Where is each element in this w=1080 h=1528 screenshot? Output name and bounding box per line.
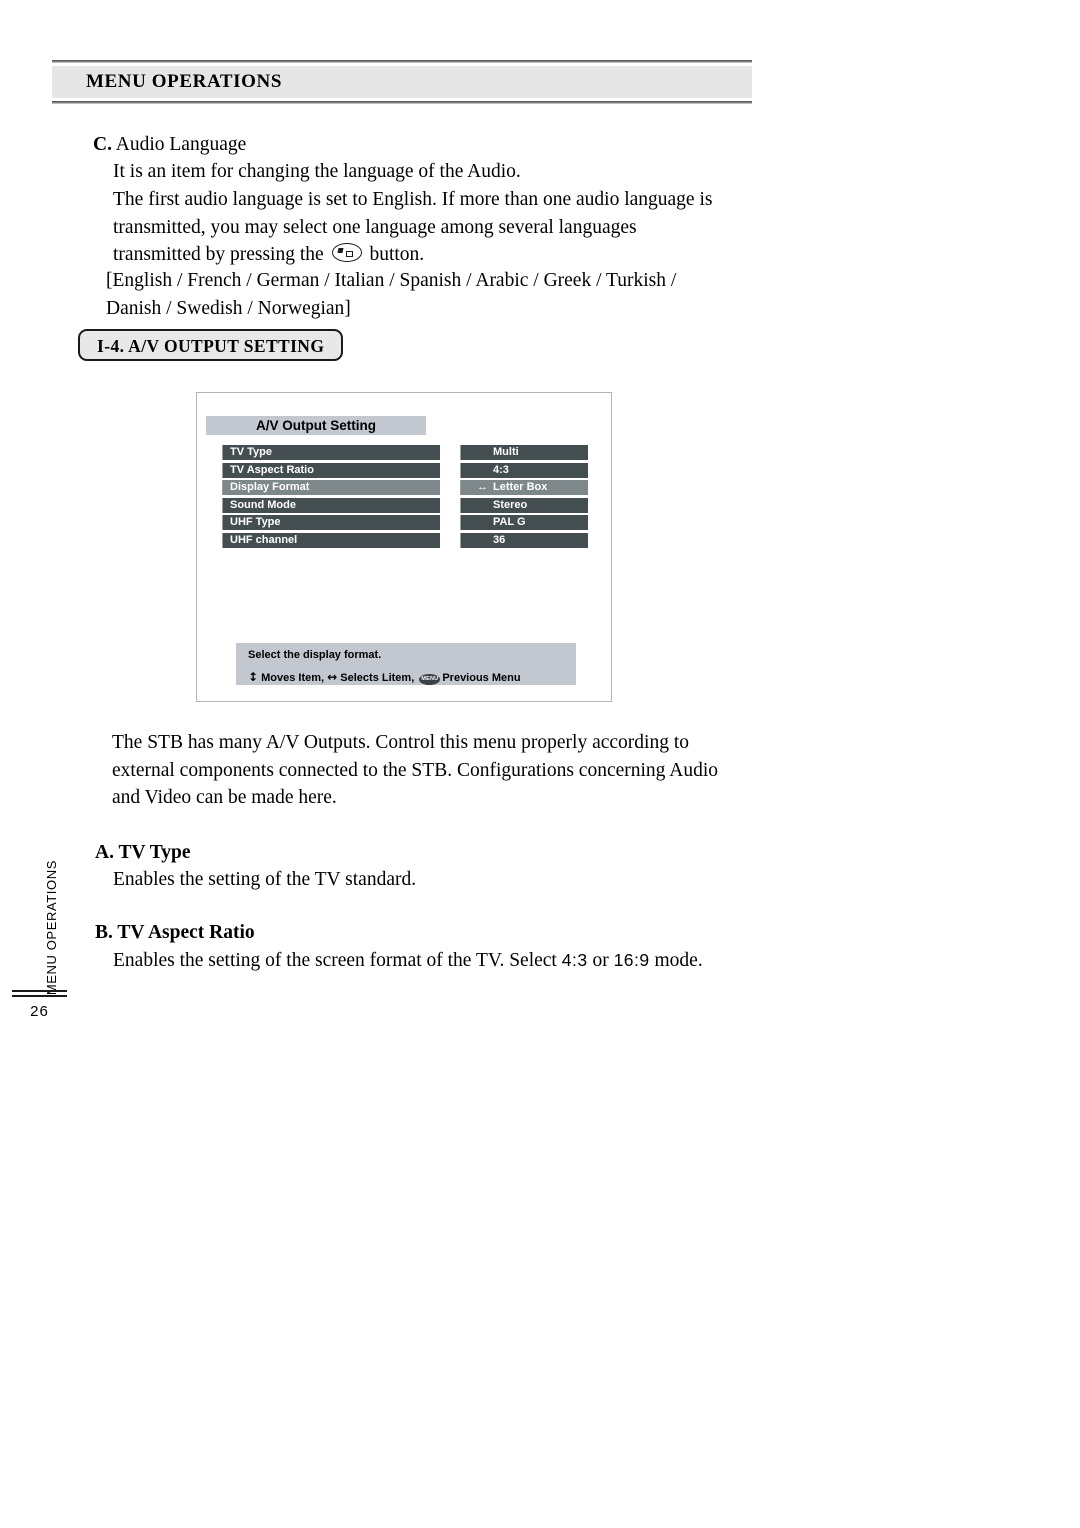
side-tab: MENU OPERATIONS xyxy=(34,860,68,1000)
osd-row-value[interactable]: Multi xyxy=(460,445,588,460)
osd-row-value-text: PAL G xyxy=(493,516,526,529)
aspect-ratio-4-3: 4:3 xyxy=(561,950,588,970)
audio-button-icon xyxy=(331,243,362,262)
section-c-heading: C. Audio Language xyxy=(93,131,246,159)
section-a-heading: A. TV Type xyxy=(95,842,191,863)
osd-help-bar: Select the display format. ↕ Moves Item,… xyxy=(236,643,576,685)
page-header: MENU OPERATIONS xyxy=(52,60,752,104)
header-band: MENU OPERATIONS xyxy=(52,66,752,98)
osd-help-selects-label: Selects Litem, xyxy=(340,672,415,684)
osd-row-value-text: Multi xyxy=(493,446,519,458)
section-b-body-part1: Enables the setting of the screen format… xyxy=(113,950,562,971)
side-tab-rules xyxy=(12,990,67,1000)
osd-row-label: TV Aspect Ratio xyxy=(222,462,440,478)
aspect-ratio-16-9: 16:9 xyxy=(613,950,650,970)
osd-row-value[interactable]: 4:3 xyxy=(460,462,588,478)
osd-row-value[interactable]: 36 xyxy=(460,532,588,548)
left-right-arrow-icon: ↔ xyxy=(327,670,338,684)
side-tab-label: MENU OPERATIONS xyxy=(43,860,59,996)
osd-row[interactable]: Display Format ↔ Letter Box xyxy=(222,480,588,496)
osd-row-value-text: Stereo xyxy=(493,498,528,511)
left-right-arrow-icon: ↔ xyxy=(477,481,488,494)
header-rule-top xyxy=(52,60,752,63)
page-number: 26 xyxy=(30,1003,49,1020)
section-c-title: Audio Language xyxy=(111,134,247,155)
section-c-line1: It is an item for changing the language … xyxy=(113,161,521,182)
section-b-body: Enables the setting of the screen format… xyxy=(113,947,703,975)
osd-row-label: Display Format xyxy=(222,480,440,496)
section-c-paragraph: The first audio language is set to Engli… xyxy=(113,186,723,269)
section-b-body-part3: mode. xyxy=(649,950,703,971)
side-rule-2 xyxy=(12,995,67,997)
section-title-pill: I-4. A/V OUTPUT SETTING xyxy=(78,329,344,361)
osd-help-keys: ↕ Moves Item, ↔ Selects Litem, MENU Previ… xyxy=(248,670,576,685)
osd-row-value[interactable]: Stereo xyxy=(460,497,588,513)
osd-row-label: TV Type xyxy=(222,445,440,460)
osd-row-value-text: Letter Box xyxy=(493,481,548,494)
osd-row-value[interactable]: PAL G xyxy=(460,515,588,531)
osd-row[interactable]: TV Type Multi xyxy=(222,445,588,460)
section-b-body-part2: or xyxy=(587,950,614,971)
osd-row-value-text: 4:3 xyxy=(493,463,509,476)
osd-title-bar: A/V Output Setting xyxy=(206,416,426,435)
section-c-language-list: [English / French / German / Italian / S… xyxy=(106,270,677,319)
osd-help-previous-label: Previous Menu xyxy=(442,672,521,684)
section-b-heading: B. TV Aspect Ratio xyxy=(95,922,255,943)
stb-paragraph: The STB has many A/V Outputs. Control th… xyxy=(112,732,718,808)
osd-row[interactable]: UHF channel 36 xyxy=(222,532,588,548)
osd-row-value[interactable]: ↔ Letter Box xyxy=(460,480,588,496)
osd-row[interactable]: UHF Type PAL G xyxy=(222,515,588,531)
section-a-body: Enables the setting of the TV standard. xyxy=(113,869,417,890)
osd-row-value-text: 36 xyxy=(493,533,506,546)
osd-row[interactable]: TV Aspect Ratio 4:3 xyxy=(222,462,588,478)
up-down-arrow-icon: ↕ xyxy=(248,670,259,684)
header-rule-bottom xyxy=(52,101,752,104)
osd-help-moves-label: Moves Item, xyxy=(261,672,325,684)
osd-menu-rows: TV Type Multi TV Aspect Ratio 4:3 Display Fo… xyxy=(222,445,588,551)
menu-button-icon: MENU xyxy=(419,674,441,685)
osd-screenshot: A/V Output Setting TV Type Multi TV Aspect… xyxy=(196,392,612,702)
section-c-letter: C. xyxy=(93,134,112,155)
osd-row-label: UHF Type xyxy=(222,515,440,531)
osd-row-label: UHF channel xyxy=(222,532,440,548)
osd-row[interactable]: Sound Mode Stereo xyxy=(222,497,588,513)
page-title: MENU OPERATIONS xyxy=(86,71,283,92)
side-rule-1 xyxy=(12,990,67,992)
section-c-para-after: button. xyxy=(364,244,425,265)
section-title-label: I-4. A/V OUTPUT SETTING xyxy=(97,336,325,356)
osd-row-label: Sound Mode xyxy=(222,497,440,513)
osd-help-description: Select the display format. xyxy=(248,649,382,661)
